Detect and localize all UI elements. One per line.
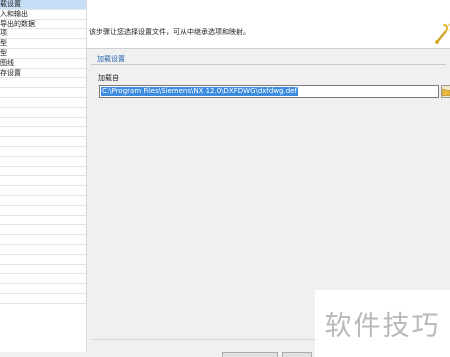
sidebar-item-label: 图线 <box>0 58 14 67</box>
sidebar-empty-row <box>0 157 86 167</box>
sidebar-item[interactable]: 图线 <box>0 59 86 69</box>
sidebar-empty-row <box>0 176 86 187</box>
folder-icon <box>442 88 450 96</box>
browse-folder-button[interactable] <box>441 85 450 98</box>
watermark-text: 软件技巧 <box>324 311 441 342</box>
step-description: 该步骤让您选择设置文件，可从中继承选项和映射。 <box>89 28 250 36</box>
sidebar-item-label: 导出的数据 <box>0 19 35 28</box>
wizard-wand-icon <box>435 23 450 44</box>
sidebar-empty-row <box>0 88 86 98</box>
sidebar-empty-row <box>0 108 86 118</box>
sidebar-empty-row <box>0 294 86 304</box>
sidebar-empty-row <box>0 284 86 294</box>
sidebar-item-label: 型 <box>0 48 7 57</box>
sidebar-empty-row <box>0 225 86 236</box>
sidebar-item[interactable]: 载设置 <box>0 0 86 10</box>
sidebar-item-label: 型 <box>0 39 7 48</box>
sidebar-empty-row <box>0 206 86 216</box>
sidebar-empty-row <box>0 245 86 255</box>
section-title: 加载设置 <box>97 55 125 63</box>
sidebar-item[interactable]: 项 <box>0 29 86 40</box>
sidebar-empty-row <box>0 196 86 206</box>
sidebar-item[interactable]: 存设置 <box>0 69 86 79</box>
sidebar-empty-row <box>0 78 86 89</box>
sidebar-item[interactable]: 导出的数据 <box>0 20 86 30</box>
sidebar-empty-row <box>0 265 86 275</box>
sidebar-empty-row <box>0 235 86 245</box>
sidebar-item[interactable]: 型 <box>0 49 86 59</box>
sidebar-empty-row <box>0 186 86 196</box>
next-button[interactable] <box>282 352 312 357</box>
path-selected-text: C:\Program Files\Siemens\NX 12.0\DXFDWG\… <box>101 87 298 96</box>
sidebar-empty-row <box>0 274 86 285</box>
back-button[interactable] <box>222 352 278 357</box>
sidebar-empty-row <box>0 98 86 108</box>
sidebar-empty-row <box>0 127 86 138</box>
section-divider <box>91 64 446 65</box>
sidebar-empty-row <box>0 118 86 128</box>
wizard-step-list: 载设置 入和输出 导出的数据项型型图线 存设置 <box>0 0 87 352</box>
sidebar-item-label: 存设置 <box>0 68 21 77</box>
sidebar-item-label: 入和输出 <box>0 9 28 18</box>
sidebar-empty-row <box>0 216 86 226</box>
sidebar-empty-row <box>0 167 86 177</box>
sidebar-empty-row <box>0 255 86 265</box>
load-from-label: 加载自 <box>98 74 119 82</box>
wizard-header: 该步骤让您选择设置文件，可从中继承选项和映射。 <box>87 0 450 48</box>
sidebar-item-label: 载设置 <box>0 0 21 8</box>
sidebar-empty-row <box>0 137 86 147</box>
settings-file-path-input[interactable]: C:\Program Files\Siemens\NX 12.0\DXFDWG\… <box>99 85 439 98</box>
watermark: 软件技巧 <box>315 290 450 357</box>
sidebar-item[interactable]: 入和输出 <box>0 10 86 20</box>
sidebar-item-label: 项 <box>0 29 7 38</box>
sidebar-empty-row <box>0 147 86 157</box>
sidebar-item[interactable]: 型 <box>0 39 86 49</box>
